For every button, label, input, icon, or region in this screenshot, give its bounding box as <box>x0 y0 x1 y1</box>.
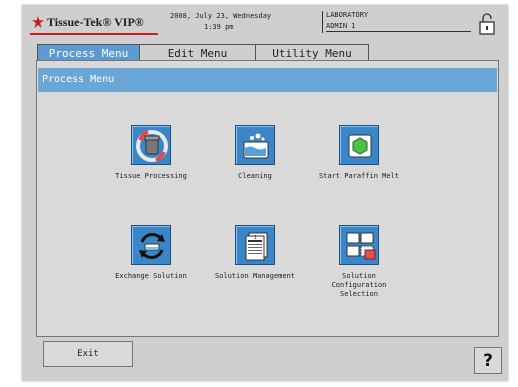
solution-management-button[interactable]: 1 <box>235 225 275 265</box>
tissue-processing-button[interactable] <box>131 125 171 165</box>
cleaning-button[interactable] <box>235 125 275 165</box>
help-button[interactable]: ? <box>474 347 502 374</box>
solution-configuration-icon <box>346 232 376 260</box>
exit-button[interactable]: Exit <box>43 341 133 367</box>
solution-management-icon: 1 <box>245 232 268 261</box>
svg-text:1: 1 <box>254 235 257 241</box>
start-paraffin-melt-button[interactable] <box>339 125 379 165</box>
location-label: LABORATORY <box>326 11 369 19</box>
tile-cleaning[interactable]: Cleaning <box>210 125 300 181</box>
tab-edit-menu[interactable]: Edit Menu <box>140 44 256 61</box>
panel-title: Process Menu <box>38 68 497 92</box>
paraffin-melt-icon <box>348 134 372 158</box>
tab-utility-menu[interactable]: Utility Menu <box>256 44 369 61</box>
tile-tissue-processing[interactable]: Tissue Processing <box>106 125 196 181</box>
tile-label: Solution Configuration Selection <box>331 272 387 298</box>
tile-solution-configuration-selection[interactable]: Solution Configuration Selection <box>314 225 404 299</box>
tile-label: Solution Management <box>214 272 296 280</box>
tile-solution-management[interactable]: 1 Solution Management <box>210 225 300 281</box>
exchange-solution-button[interactable] <box>131 225 171 265</box>
logo-underline <box>30 33 158 35</box>
tile-label: Exchange Solution <box>115 272 187 280</box>
menu-tabs: Process Menu Edit Menu Utility Menu <box>37 44 369 61</box>
tile-exchange-solution[interactable]: Exchange Solution <box>106 225 196 281</box>
tile-label: Tissue Processing <box>115 172 187 180</box>
lock-icon[interactable] <box>477 12 499 36</box>
tile-label: Start Paraffin Melt <box>318 172 400 180</box>
process-menu-panel: Process Menu Tissue Processing Cleaning <box>36 60 499 337</box>
tile-label: Cleaning <box>238 172 272 180</box>
user-info: LABORATORY ADMIN 1 <box>322 10 471 33</box>
cleaning-icon <box>243 133 269 159</box>
exchange-solution-icon <box>139 233 165 259</box>
time-label: 1:39 pm <box>204 23 234 31</box>
tile-start-paraffin-melt[interactable]: Start Paraffin Melt <box>314 125 404 181</box>
date-time: 2008, July 23, Wednesday 1:39 pm <box>170 11 300 33</box>
logo: Tissue-Tek® VIP® <box>32 13 144 31</box>
logo-text: Tissue-Tek® VIP® <box>47 14 144 29</box>
tab-process-menu[interactable]: Process Menu <box>37 44 140 61</box>
date-label: 2008, July 23, Wednesday <box>170 12 272 20</box>
tissue-processing-icon <box>136 130 168 162</box>
logo-star-icon <box>32 16 44 28</box>
solution-configuration-button[interactable] <box>339 225 379 265</box>
